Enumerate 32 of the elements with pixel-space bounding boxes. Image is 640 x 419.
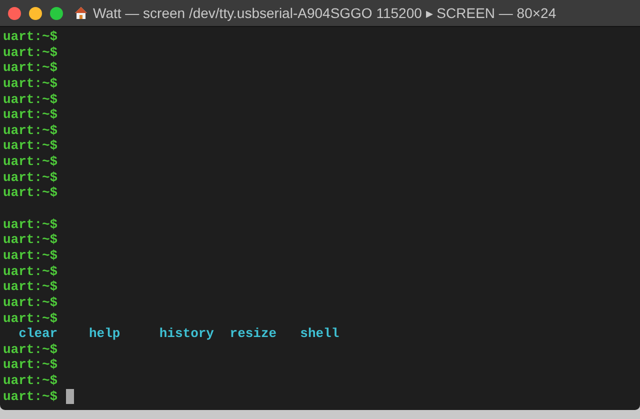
shell-prompt: uart:~$: [3, 185, 58, 202]
shell-prompt: uart:~$: [3, 279, 58, 295]
house-icon: [74, 6, 88, 20]
shell-prompt: uart:~$: [3, 107, 58, 123]
shell-prompt: uart:~$: [3, 342, 58, 358]
shell-prompt: uart:~$: [3, 122, 58, 138]
command-name: clear: [18, 326, 58, 342]
zoom-button[interactable]: [50, 6, 63, 20]
command-name: history: [159, 326, 214, 342]
shell-prompt: uart:~$: [3, 264, 58, 280]
shell-prompt: uart:~$: [3, 232, 58, 248]
shell-prompt: uart:~$: [3, 170, 58, 186]
shell-prompt: uart:~$: [3, 373, 58, 389]
shell-prompt: uart:~$: [3, 92, 58, 108]
command-name: help: [88, 326, 120, 342]
shell-prompt: uart:~$: [3, 388, 58, 404]
shell-prompt: uart:~$: [3, 29, 58, 45]
shell-prompt: uart:~$: [3, 357, 58, 374]
shell-prompt: uart:~$: [3, 138, 58, 154]
shell-prompt: uart:~$: [3, 248, 58, 264]
shell-prompt: uart:~$: [3, 154, 58, 170]
minimize-button[interactable]: [29, 6, 42, 20]
shell-prompt: uart:~$: [3, 294, 58, 311]
shell-prompt: uart:~$: [3, 216, 58, 232]
close-button[interactable]: [8, 6, 21, 20]
window-title: Watt — screen /dev/tty.usbserial-A904SGGO 115200 ▸ SCREEN — 80×24: [93, 4, 556, 23]
shell-prompt: uart:~$: [3, 60, 58, 76]
command-name: resize: [230, 326, 277, 342]
shell-prompt: uart:~$: [3, 310, 58, 326]
command-name: shell: [300, 326, 340, 342]
shell-prompt: uart:~$: [3, 76, 58, 92]
shell-prompt: uart:~$: [3, 44, 58, 60]
